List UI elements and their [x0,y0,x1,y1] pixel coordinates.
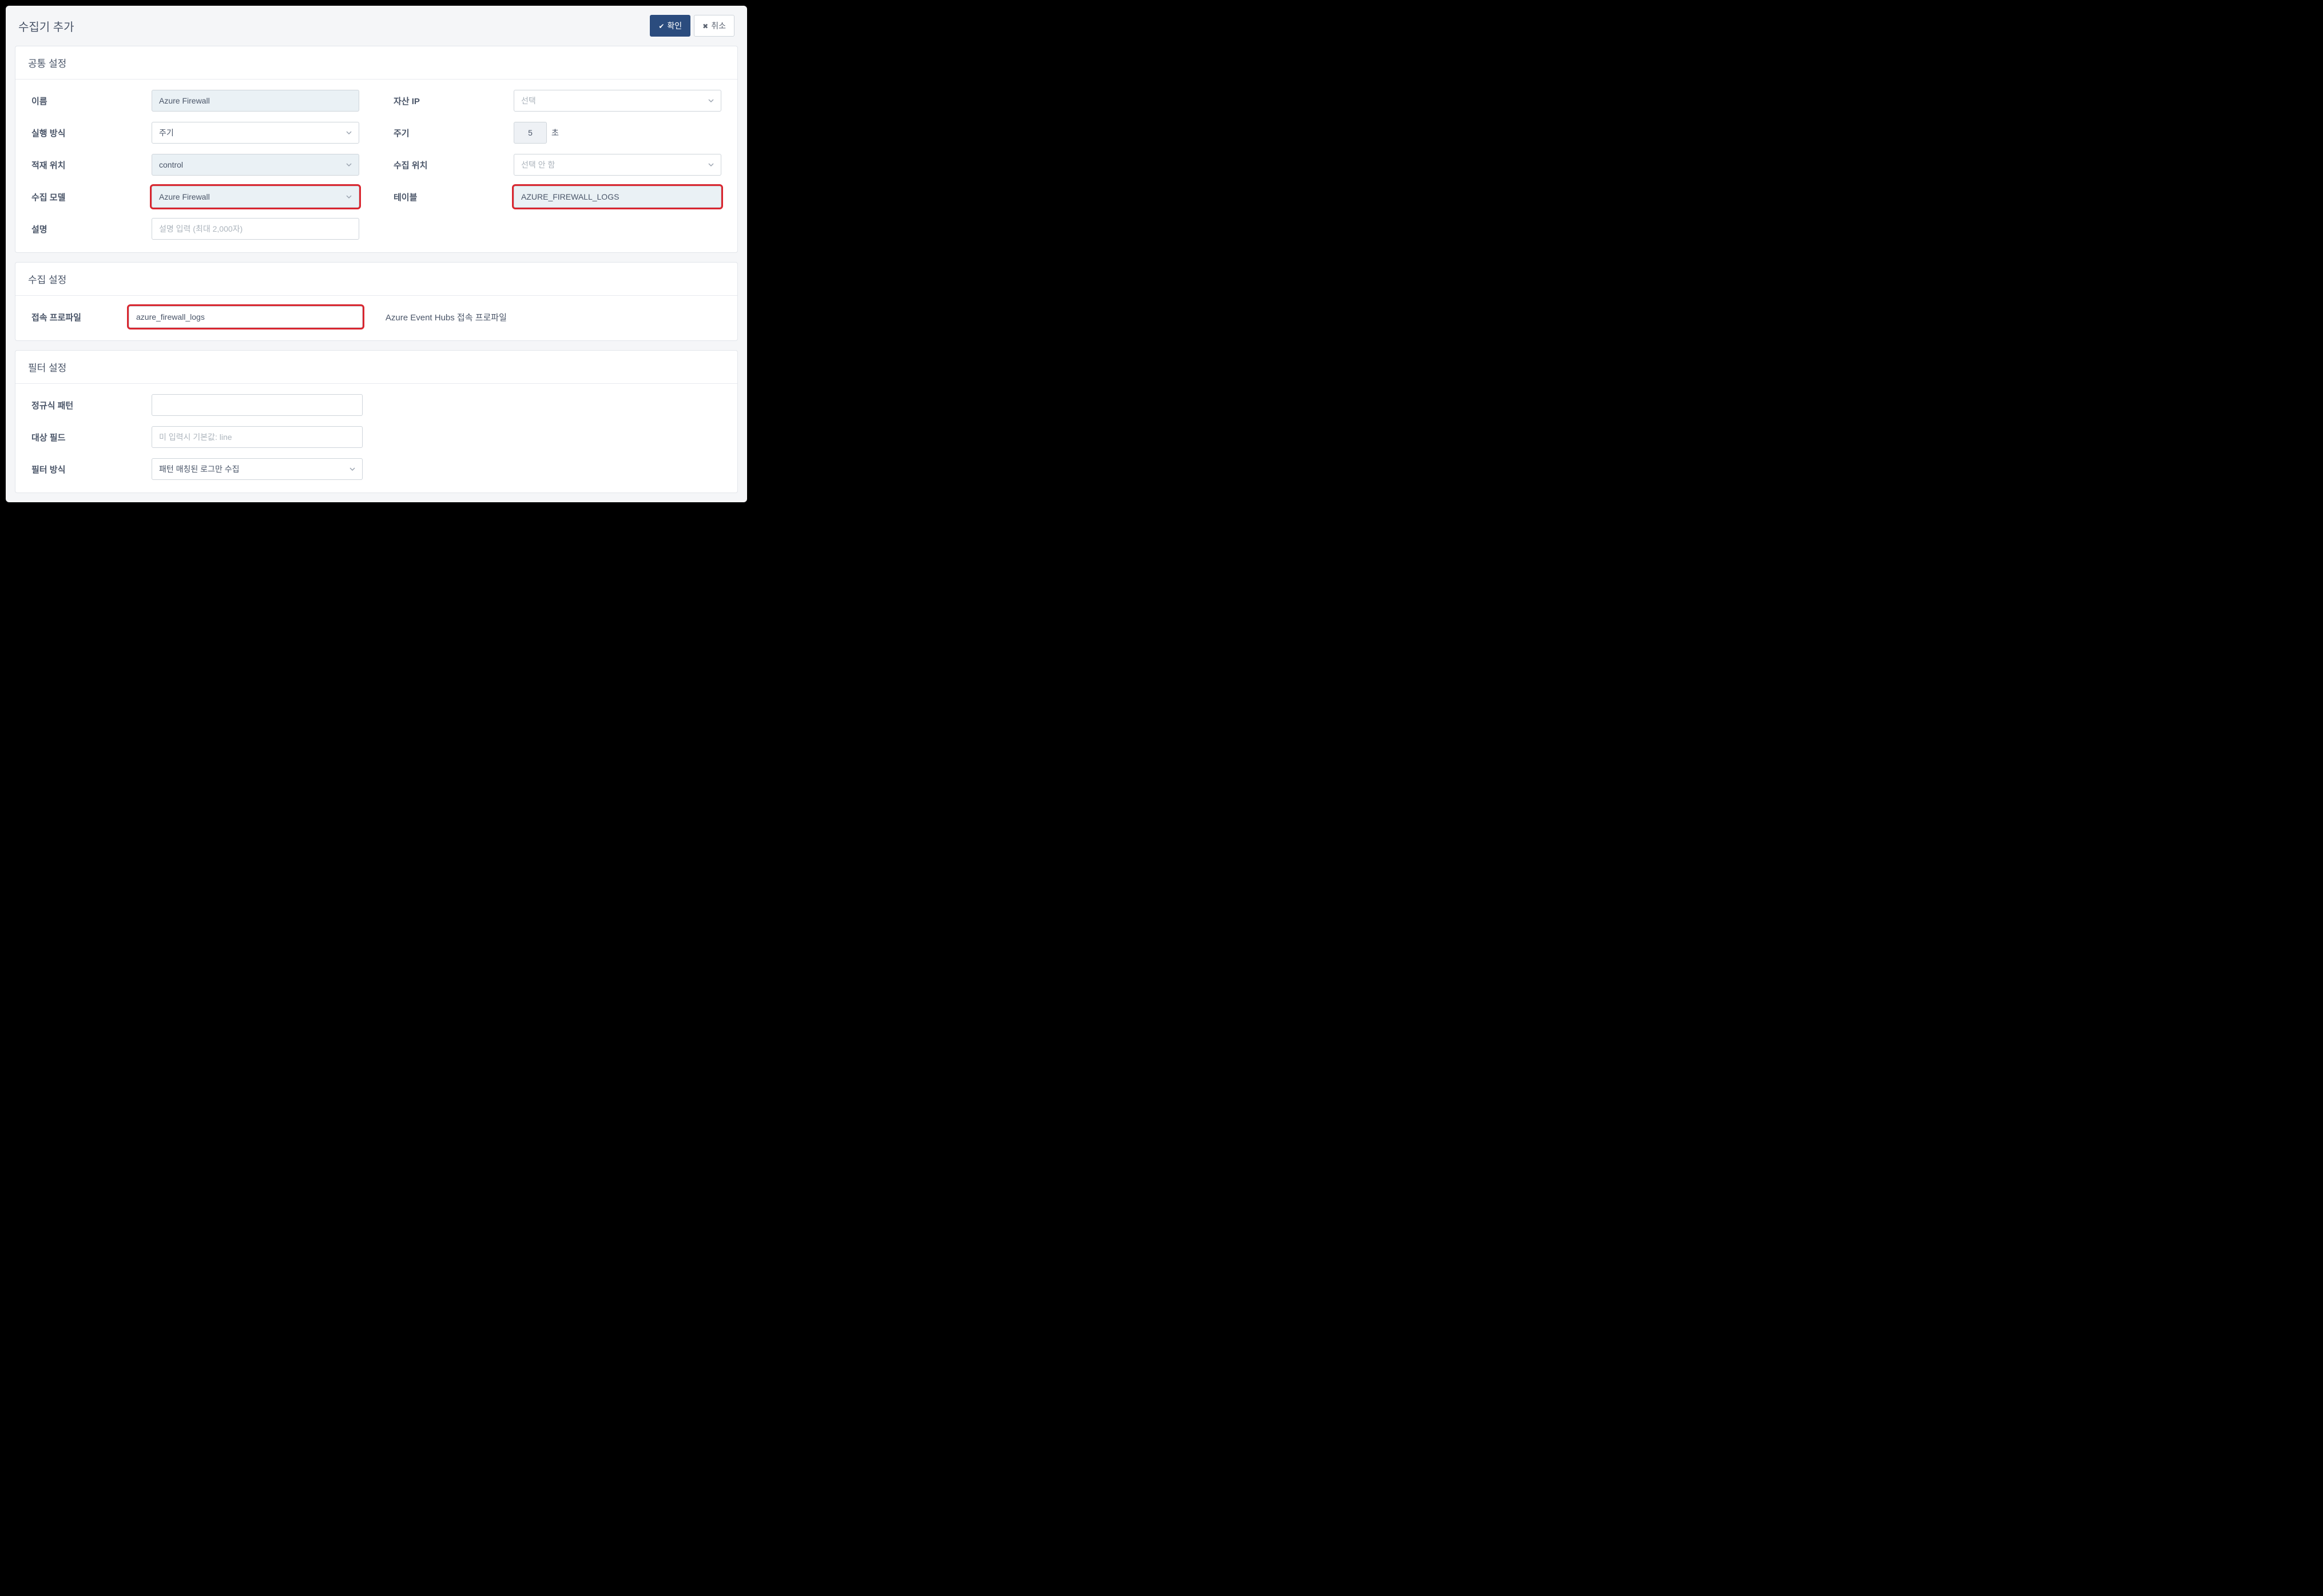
name-row: 이름 [31,90,359,112]
close-icon [702,21,708,30]
collect-location-placeholder: 선택 안 함 [521,159,555,170]
collect-model-select[interactable]: Azure Firewall [152,186,359,208]
connection-profile-hint: Azure Event Hubs 접속 프로파일 [380,311,507,323]
collect-model-value: Azure Firewall [159,192,210,201]
dialog-title: 수집기 추가 [18,18,74,34]
header-buttons: 확인 취소 [650,15,734,37]
interval-label: 주기 [394,127,514,139]
confirm-label: 확인 [667,20,682,31]
check-icon [658,21,664,30]
collect-model-row: 수집 모델 Azure Firewall [31,186,359,208]
profile-label: 접속 프로파일 [31,311,129,323]
target-field-row: 대상 필드 [31,426,363,448]
collect-location-select[interactable]: 선택 안 함 [514,154,721,176]
cancel-label: 취소 [711,20,726,31]
filter-mode-select[interactable]: 패턴 매칭된 로그만 수집 [152,458,363,480]
filter-mode-row: 필터 방식 패턴 매칭된 로그만 수집 [31,458,363,480]
run-mode-row: 실행 방식 주기 [31,122,359,144]
load-location-select[interactable]: control [152,154,359,176]
run-mode-select[interactable]: 주기 [152,122,359,144]
filter-mode-value: 패턴 매칭된 로그만 수집 [159,463,239,475]
collect-settings-title: 수집 설정 [15,263,737,296]
interval-row: 주기 초 [394,122,721,144]
asset-ip-select[interactable]: 선택 [514,90,721,112]
connection-profile-value: azure_firewall_logs [136,312,205,321]
name-label: 이름 [31,95,152,107]
filter-settings-panel: 필터 설정 정규식 패턴 대상 필드 필터 방식 [15,350,738,493]
interval-input[interactable] [514,122,547,144]
common-settings-panel: 공통 설정 이름 자산 IP 선택 [15,46,738,253]
confirm-button[interactable]: 확인 [650,15,690,37]
collect-location-row: 수집 위치 선택 안 함 [394,154,721,176]
collect-location-label: 수집 위치 [394,159,514,171]
name-input[interactable] [152,90,359,112]
connection-profile-select[interactable]: azure_firewall_logs [129,306,363,328]
load-location-label: 적재 위치 [31,159,152,171]
add-collector-dialog: 수집기 추가 확인 취소 공통 설정 이름 [6,6,747,502]
target-field-input[interactable] [152,426,363,448]
target-field-label: 대상 필드 [31,431,152,443]
collect-model-label: 수집 모델 [31,191,152,203]
regex-label: 정규식 패턴 [31,399,152,411]
common-settings-title: 공통 설정 [15,46,737,80]
filter-settings-title: 필터 설정 [15,351,737,384]
asset-ip-placeholder: 선택 [521,95,536,106]
asset-ip-label: 자산 IP [394,95,514,107]
dialog-header: 수집기 추가 확인 취소 [6,6,747,46]
description-input[interactable] [152,218,359,240]
run-mode-label: 실행 방식 [31,127,152,139]
description-row: 설명 [31,218,359,240]
interval-unit: 초 [551,127,559,138]
load-location-value: control [159,160,183,169]
cancel-button[interactable]: 취소 [694,15,734,37]
collect-settings-panel: 수집 설정 접속 프로파일 azure_firewall_logs Azure … [15,262,738,341]
run-mode-value: 주기 [159,127,174,138]
description-label: 설명 [31,223,152,235]
regex-row: 정규식 패턴 [31,394,363,416]
table-label: 테이블 [394,191,514,203]
table-input[interactable] [514,186,721,208]
load-location-row: 적재 위치 control [31,154,359,176]
regex-input[interactable] [152,394,363,416]
asset-ip-row: 자산 IP 선택 [394,90,721,112]
filter-mode-label: 필터 방식 [31,463,152,475]
table-row: 테이블 [394,186,721,208]
